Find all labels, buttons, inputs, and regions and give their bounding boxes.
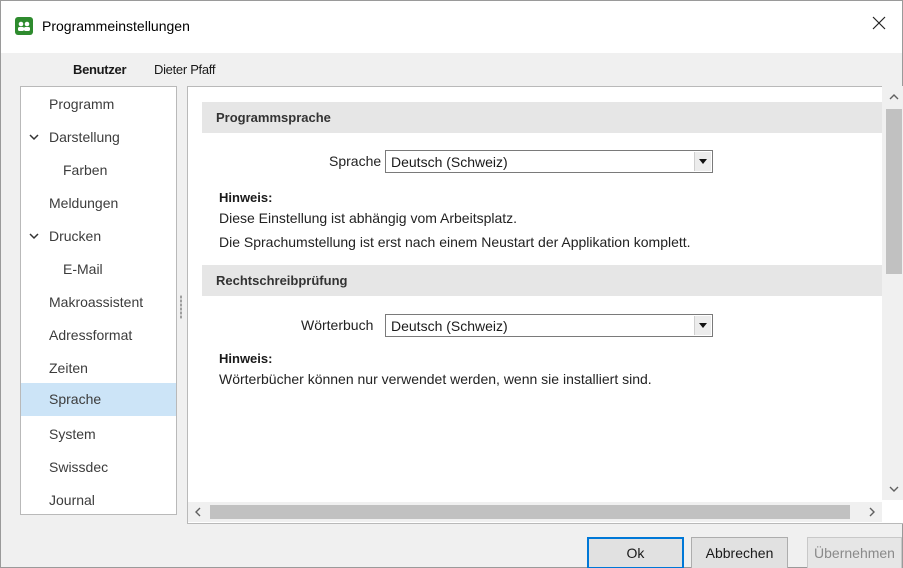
scroll-right-icon[interactable] [865, 505, 879, 519]
horizontal-scroll-thumb[interactable] [210, 505, 850, 519]
spelling-hint-title: Hinweis: [219, 351, 273, 366]
language-hint-title: Hinweis: [219, 190, 273, 205]
sidebar-item-journal[interactable]: Journal [21, 484, 176, 517]
language-select-value: Deutsch (Schweiz) [391, 154, 508, 170]
sidebar-item-label: Drucken [49, 228, 102, 244]
vertical-scrollbar[interactable] [882, 86, 903, 500]
sidebar-item-swissdec[interactable]: Swissdec [21, 451, 176, 484]
scroll-up-icon[interactable] [887, 90, 901, 104]
sidebar-item-zeiten[interactable]: Zeiten [21, 352, 176, 385]
section-title: Programmsprache [216, 110, 331, 125]
sidebar-item-label: Zeiten [49, 360, 88, 376]
sidebar-item-system[interactable]: System [21, 418, 176, 451]
title-bar: Programmeinstellungen [1, 1, 902, 53]
spelling-hint-line: Wörterbücher können nur verwendet werden… [219, 371, 652, 387]
sidebar-item-label: Farben [63, 162, 108, 178]
user-label: Benutzer [73, 62, 127, 77]
dictionary-select[interactable]: Deutsch (Schweiz) [385, 314, 713, 337]
sidebar-item-meldungen[interactable]: Meldungen [21, 187, 176, 220]
close-button[interactable] [856, 1, 902, 45]
sidebar-item-sprache[interactable]: Sprache [21, 383, 176, 416]
sidebar-item-label: Programm [49, 96, 115, 112]
settings-navigation: Programm Darstellung Farben Meldungen Dr… [20, 86, 177, 515]
sidebar-item-darstellung[interactable]: Darstellung [21, 121, 176, 154]
dictionary-select-value: Deutsch (Schweiz) [391, 318, 508, 334]
user-bar: Benutzer Dieter Pfaff [1, 53, 902, 85]
splitter-handle[interactable] [180, 295, 182, 319]
settings-dialog: Programmeinstellungen Benutzer Dieter Pf… [0, 0, 903, 568]
section-header-spelling: Rechtschreibprüfung [202, 265, 882, 296]
user-name: Dieter Pfaff [154, 62, 216, 77]
chevron-down-icon[interactable] [28, 131, 40, 143]
cancel-button[interactable]: Abbrechen [691, 537, 788, 568]
section-title: Rechtschreibprüfung [216, 273, 348, 288]
language-hint-line: Die Sprachumstellung ist erst nach einem… [219, 234, 691, 250]
sidebar-item-makroassistent[interactable]: Makroassistent [21, 286, 176, 319]
language-select[interactable]: Deutsch (Schweiz) [385, 150, 713, 173]
sidebar-item-drucken[interactable]: Drucken [21, 220, 176, 253]
apply-button[interactable]: Übernehmen [807, 537, 902, 568]
sidebar-item-label: Journal [49, 492, 95, 508]
sidebar-item-label: Meldungen [49, 195, 119, 211]
language-label: Sprache [329, 153, 382, 169]
ok-button[interactable]: Ok [587, 537, 684, 568]
sidebar-item-label: Sprache [49, 391, 102, 407]
sidebar-item-label: Swissdec [49, 459, 109, 475]
close-icon [872, 16, 886, 30]
window-title: Programmeinstellungen [42, 18, 190, 34]
settings-content: Programmsprache Sprache Deutsch (Schweiz… [187, 86, 903, 524]
sidebar-item-label: Makroassistent [49, 294, 144, 310]
sidebar-item-label: Adressformat [49, 327, 133, 343]
sidebar-item-adressformat[interactable]: Adressformat [21, 319, 176, 352]
vertical-scroll-thumb[interactable] [886, 109, 902, 274]
sidebar-item-farben[interactable]: Farben [21, 154, 176, 187]
sidebar-item-label: Darstellung [49, 129, 120, 145]
sidebar-item-label: System [49, 426, 96, 442]
sidebar-item-e-mail[interactable]: E-Mail [21, 253, 176, 286]
section-header-language: Programmsprache [202, 102, 882, 133]
language-hint-line: Diese Einstellung ist abhängig vom Arbei… [219, 210, 518, 226]
chevron-down-icon[interactable] [28, 230, 40, 242]
horizontal-scrollbar[interactable] [188, 502, 882, 522]
sidebar-item-label: E-Mail [63, 261, 103, 277]
scroll-down-icon[interactable] [887, 482, 901, 496]
scroll-left-icon[interactable] [191, 505, 205, 519]
sidebar-item-programm[interactable]: Programm [21, 88, 176, 121]
app-icon [15, 17, 33, 35]
dictionary-label: Wörterbuch [301, 317, 374, 333]
dropdown-arrow-icon[interactable] [694, 316, 711, 335]
dropdown-arrow-icon[interactable] [694, 152, 711, 171]
